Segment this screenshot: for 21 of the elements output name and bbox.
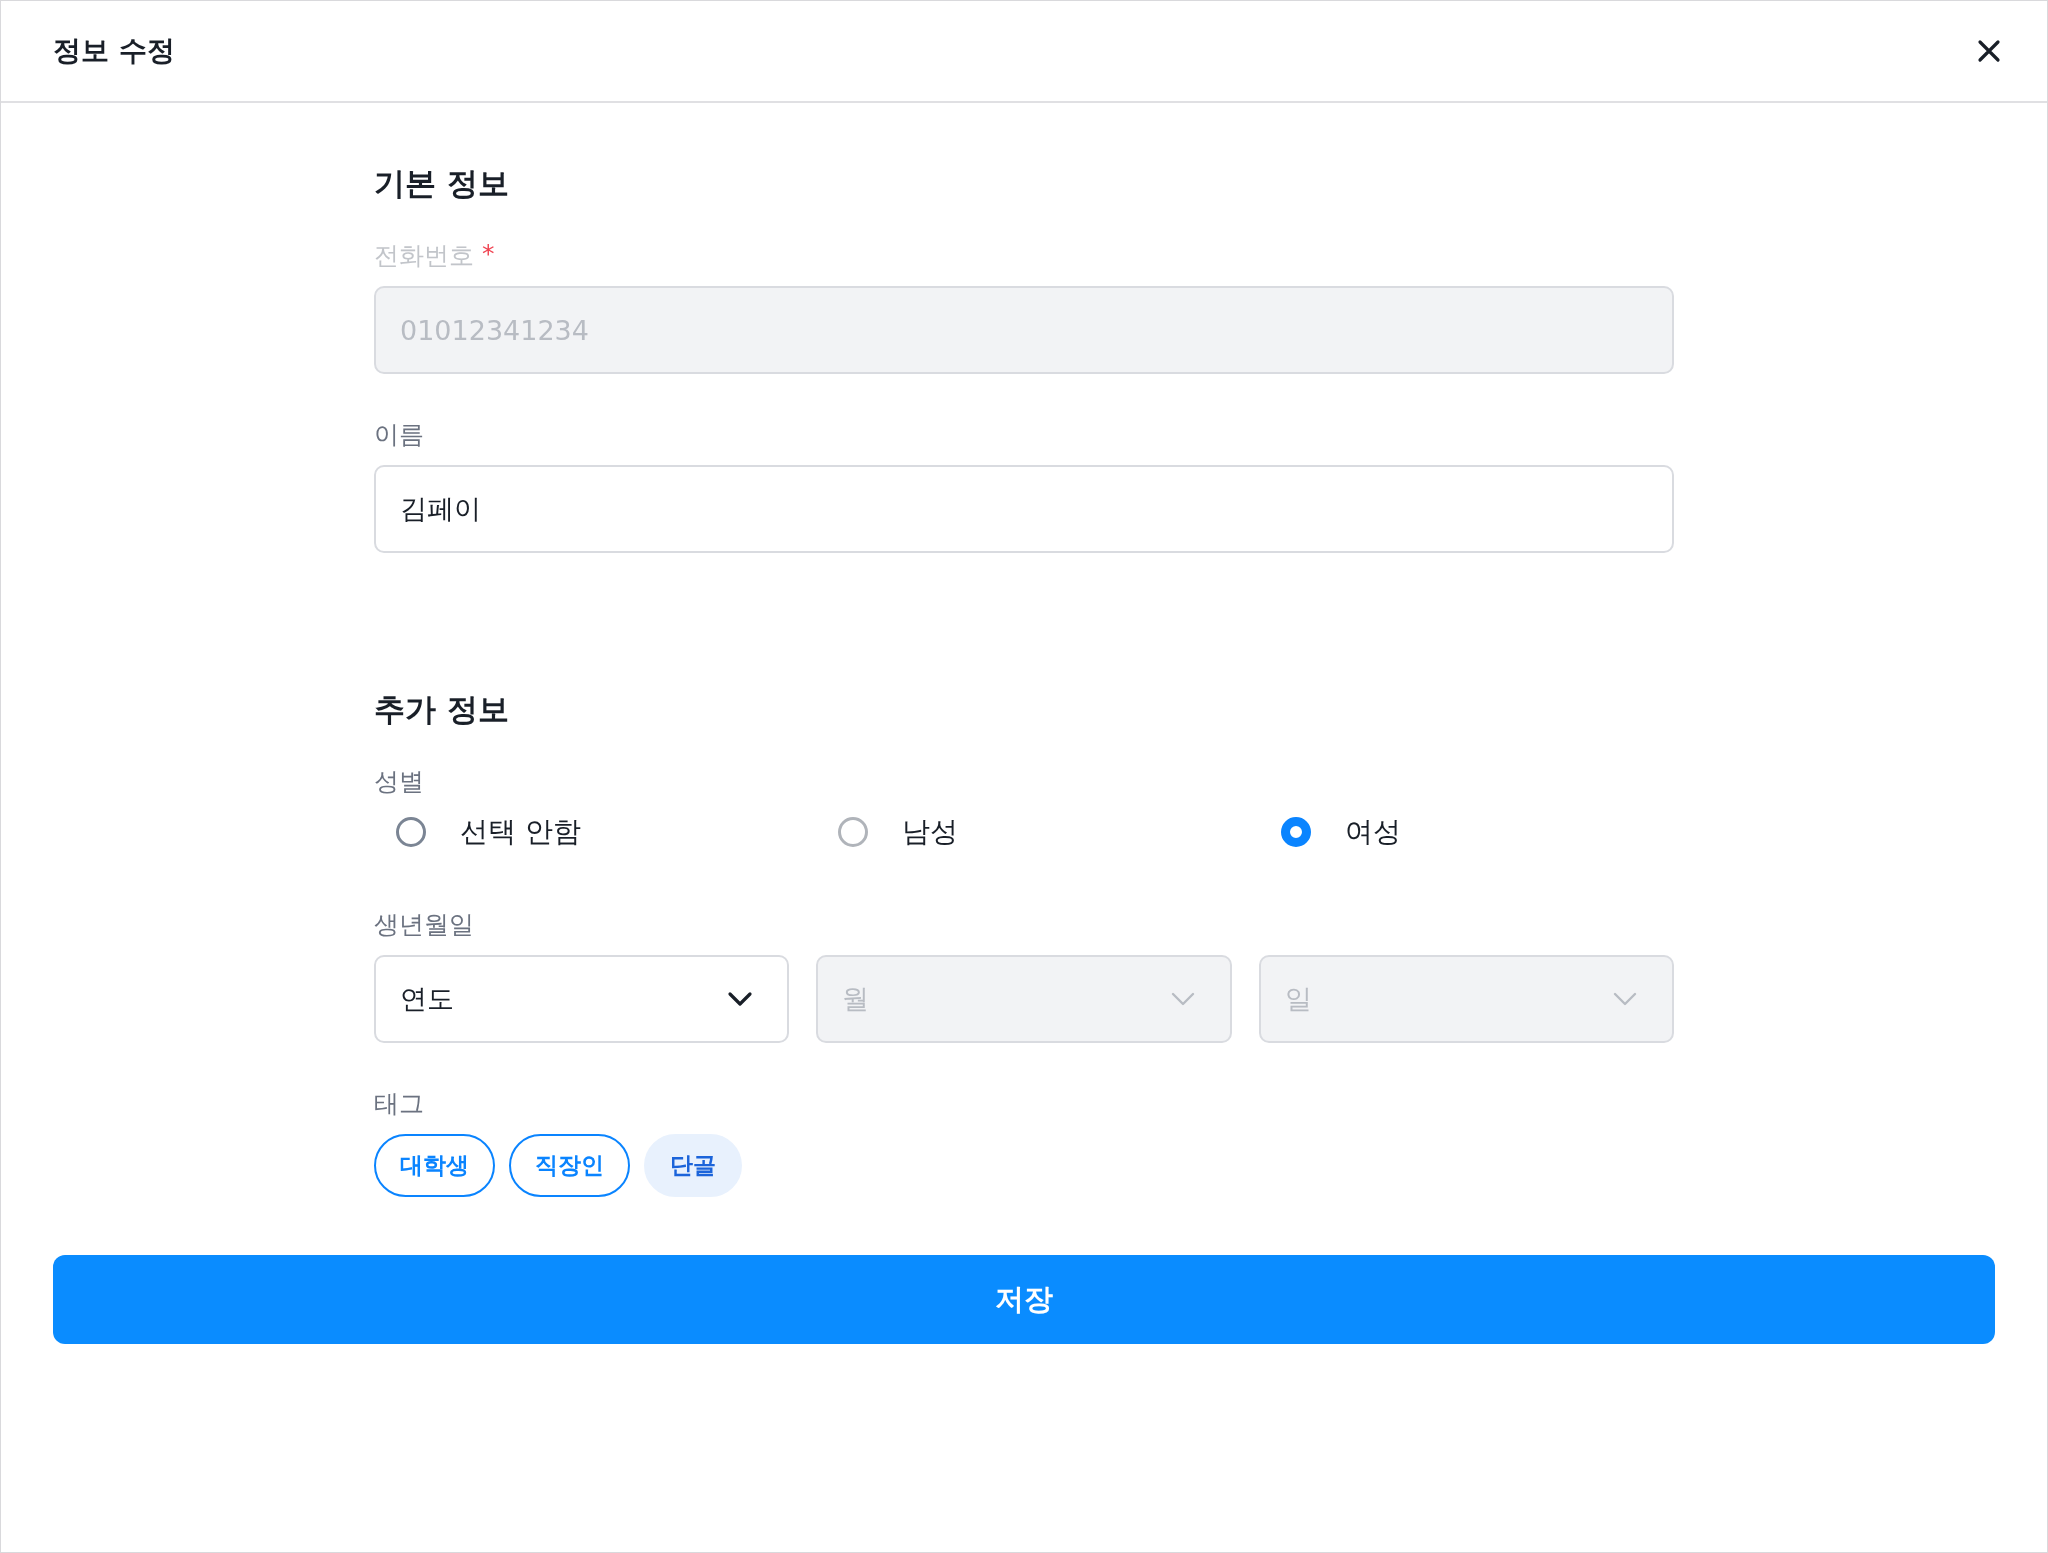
- section-title: 기본 정보: [374, 164, 510, 203]
- field-label: 생년월일: [374, 909, 474, 941]
- field-label: 성별: [374, 766, 424, 798]
- tag-chip[interactable]: 단골: [644, 1134, 742, 1197]
- radio-option[interactable]: 여성: [1258, 812, 1407, 852]
- chevron-down-icon: [727, 991, 754, 1007]
- tag-chip[interactable]: 대학생: [374, 1134, 495, 1197]
- chevron-down-icon: [1612, 991, 1638, 1007]
- radio-option[interactable]: 남성: [816, 812, 965, 852]
- field-label: 태그: [374, 1088, 424, 1120]
- field-label: 이름: [374, 419, 424, 451]
- dialog-title: 정보 수정: [53, 33, 175, 69]
- save-button[interactable]: 저장: [53, 1255, 1995, 1344]
- required-mark: *: [482, 239, 495, 270]
- tag-chip[interactable]: 직장인: [509, 1134, 630, 1197]
- field-label: 전화번호: [374, 240, 474, 272]
- select-field[interactable]: 연도: [374, 955, 790, 1043]
- radio-option[interactable]: 선택 안함: [374, 812, 587, 852]
- chevron-down-icon: [1169, 991, 1196, 1007]
- section-title: 추가 정보: [374, 690, 510, 729]
- input-field[interactable]: 김페이: [374, 465, 1674, 553]
